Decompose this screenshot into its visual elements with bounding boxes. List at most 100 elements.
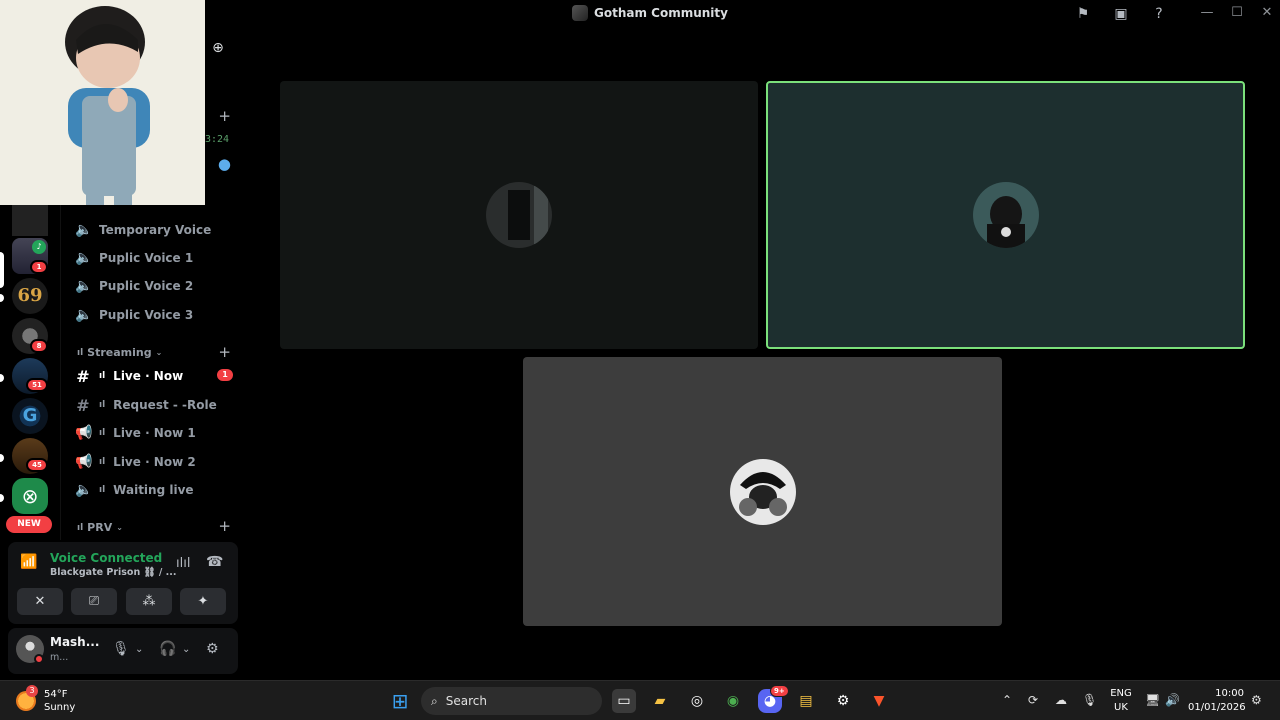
weather-widget[interactable]: 3 54°F Sunny [16,685,76,714]
text-channel-live-now[interactable]: # ıl Live · Now [75,364,183,388]
voice-channel-location[interactable]: Blackgate Prison ⛓ / ... [50,567,177,578]
chrome-icon[interactable]: ◉ [721,689,745,713]
weather-desc: Sunny [44,702,76,713]
server-g-icon[interactable]: G [12,398,48,434]
add-friend-icon[interactable]: ⊕ [209,39,227,57]
text-channel-request-role[interactable]: # ıl Request - -Role [75,393,216,417]
server-xbox-icon[interactable]: ⊗ [12,478,48,514]
unread-pill [0,374,4,382]
mention-badge: 8 [30,339,48,353]
start-icon[interactable]: ⊞ [388,689,412,713]
username[interactable]: Mash... [50,635,99,649]
participant-avatar [486,182,552,248]
camera-off-button[interactable]: ✕ [17,588,63,615]
search-label: Search [445,694,487,708]
chevron-down-icon[interactable]: ⌄ [182,644,190,655]
add-prv-channel-button[interactable]: + [218,517,231,535]
file-explorer-icon[interactable]: ▰ [648,689,672,713]
voice-channel-puplic-1[interactable]: 🔈 Puplic Voice 1 [75,246,193,270]
streaming-mark-icon: ıl [99,400,106,410]
stage-icon: 📢 [75,425,93,441]
disconnect-icon[interactable]: ☎ [206,554,223,570]
notification-icon[interactable]: ⚙ [1251,693,1262,707]
participant-avatar [729,458,796,525]
server-69-icon[interactable]: 69 [12,278,48,314]
gear-icon[interactable]: ⚙ [206,641,219,657]
search-box[interactable]: ⌕ Search [421,687,602,715]
network-icon[interactable]: 🖥 [1145,693,1160,707]
sync-icon[interactable]: ⟳ [1028,693,1038,707]
self-video-pip[interactable] [0,0,205,205]
search-icon: ⌕ [431,693,438,708]
chevron-down-icon[interactable]: ⌄ [135,644,143,655]
volume-icon[interactable]: 🔊 [1165,693,1180,707]
user-panel: Mash... m... 🎙 ⌄ 🎧 ⌄ ⚙ [8,628,238,674]
headphones-icon[interactable]: 🎧 [159,641,176,657]
voice-connected-status[interactable]: Voice Connected [50,551,162,565]
category-streaming[interactable]: ıl Streaming ⌄ [77,346,162,359]
steam-icon[interactable]: ⚙ [831,689,855,713]
activities-button[interactable]: ⁂ [126,588,172,615]
voice-connection-panel: 📶 Voice Connected Blackgate Prison ⛓ / .… [8,542,238,624]
minimize-button[interactable]: — [1197,4,1217,22]
screen-share-button[interactable]: ⎚ [71,588,117,615]
speaker-icon: 🔈 [75,250,93,266]
timestamp-fragment: 3:24 [205,134,230,145]
hash-icon: # [76,366,90,386]
add-channel-button[interactable]: + [218,107,231,125]
notes-icon[interactable]: ▤ [794,689,818,713]
streaming-mark-icon: ıl [77,347,84,358]
participant-tile[interactable] [523,357,1002,626]
signal-icon[interactable]: 📶 [20,554,37,570]
voice-channel-puplic-3[interactable]: 🔈 Puplic Voice 3 [75,303,193,327]
voice-channel-waiting-live[interactable]: 🔈 ıl Waiting live [75,478,194,502]
chevron-up-icon[interactable]: ⌃ [1002,693,1012,707]
unread-pill [0,494,4,502]
server-icon [572,5,588,21]
task-view-icon[interactable]: ▭ [612,689,636,713]
voice-channel-temporary[interactable]: 🔈 Temporary Voice [75,218,211,242]
noise-suppression-icon[interactable]: ılıl [176,556,190,571]
chat-bubble-icon[interactable]: ● [218,155,231,173]
category-prv[interactable]: ıl PRV ⌄ [77,521,123,534]
language-indicator[interactable]: ENG UK [1108,687,1134,715]
soundboard-button[interactable]: ✦ [180,588,226,615]
speaker-icon: 🔈 [75,278,93,294]
stage-channel-live-now-2[interactable]: 📢 ıl Live · Now 2 [75,450,196,474]
add-streaming-channel-button[interactable]: + [218,343,231,361]
stage-icon: 📢 [75,454,93,470]
close-button[interactable]: ✕ [1257,4,1277,22]
streaming-mark-icon: ıl [99,485,106,495]
inbox-icon[interactable]: ▣ [1112,5,1130,23]
participant-tile-speaking[interactable] [766,81,1245,349]
microphone-icon[interactable]: 🎙 [112,641,130,657]
flag-icon[interactable]: ⚑ [1074,5,1092,23]
stage-channel-live-now-1[interactable]: 📢 ıl Live · Now 1 [75,421,196,445]
speaker-icon: 🔈 [75,222,93,238]
weather-badge: 3 [26,685,38,697]
selected-server-pill [0,252,4,288]
mention-badge: 51 [26,378,48,392]
new-servers-badge[interactable]: NEW [6,516,52,533]
voice-channel-puplic-2[interactable]: 🔈 Puplic Voice 2 [75,274,193,298]
child-illustration-image [0,0,205,205]
chevron-down-icon: ⌄ [116,523,123,532]
weather-temp: 54°F [44,689,68,700]
mention-badge: 45 [26,458,48,472]
sun-icon: 3 [16,685,38,711]
dnd-status-icon [34,654,44,664]
maximize-button[interactable]: ☐ [1227,4,1247,22]
streaming-mark-icon: ıl [99,428,106,438]
app-icon[interactable]: ◎ [685,689,709,713]
cloud-off-icon[interactable]: ☁ [1055,693,1067,707]
participant-tile[interactable] [280,81,758,349]
clock[interactable]: 10:00 01/01/2026 [1188,687,1246,715]
voice-active-icon: ♪ [32,240,46,254]
window-title: Gotham Community [572,5,728,21]
user-status: m... [50,652,69,663]
server-icon[interactable] [12,200,48,236]
mic-tray-icon[interactable]: 🎙 [1082,693,1097,707]
brave-icon[interactable]: ▼ [867,689,891,713]
unread-pill [0,294,4,302]
help-icon[interactable]: ? [1150,5,1168,23]
